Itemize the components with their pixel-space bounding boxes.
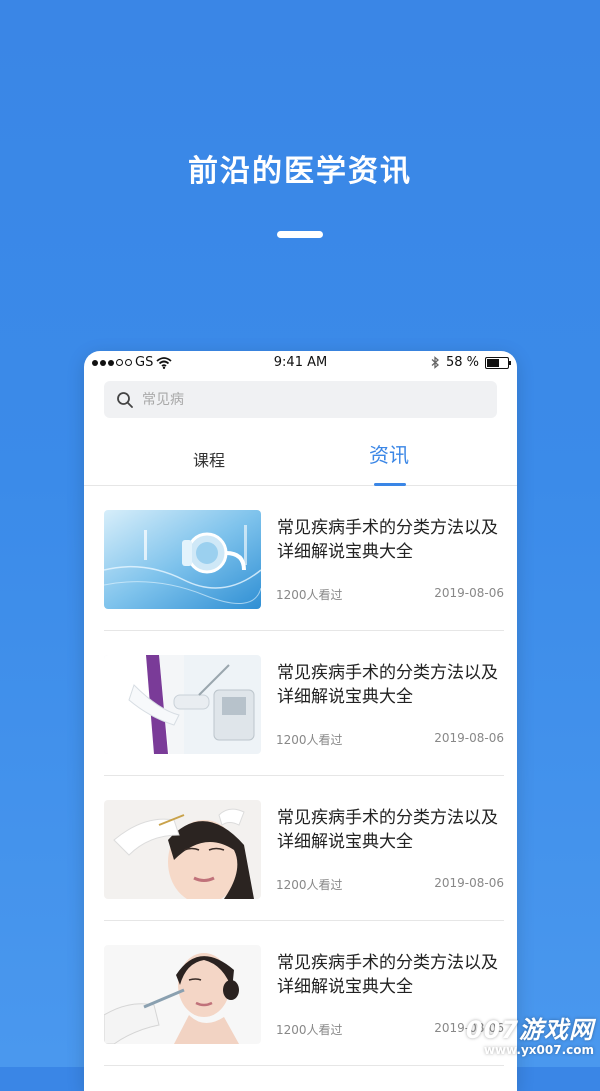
watermark-url: www.yx007.com	[483, 1043, 594, 1057]
stethoscope-image	[104, 510, 261, 609]
promo-title: 前沿的医学资讯	[188, 154, 412, 189]
article-views: 1200人看过	[276, 1023, 343, 1037]
article-title: 常见疾病手术的分类方法以及详细解说宝典大全	[277, 808, 498, 852]
search-icon	[117, 391, 133, 408]
promo-divider	[277, 231, 323, 238]
article-thumbnail	[104, 655, 261, 754]
list-item[interactable]: 常见疾病手术的分类方法以及详细解说宝典大全 1200人看过 2019-08-06	[104, 776, 504, 921]
article-views: 1200人看过	[276, 878, 343, 892]
article-date: 2019-08-06	[434, 876, 504, 890]
cosmetic-injection-image	[104, 945, 261, 1044]
battery-icon	[485, 356, 511, 369]
list-item[interactable]: 常见疾病手术的分类方法以及详细解说宝典大全 1200人看过 2019-08-06	[104, 631, 504, 776]
article-thumbnail	[104, 510, 261, 609]
watermark: 007游戏网 www.yx007.com	[466, 1010, 594, 1057]
facial-treatment-image	[104, 800, 261, 899]
article-views: 1200人看过	[276, 588, 343, 602]
bluetooth-icon	[431, 356, 439, 369]
tab-course[interactable]: 课程	[144, 433, 274, 485]
article-title: 常见疾病手术的分类方法以及详细解说宝典大全	[277, 663, 498, 707]
article-thumbnail	[104, 800, 261, 899]
status-bar: GS 9:41 AM 58 %	[84, 351, 517, 377]
article-thumbnail	[104, 945, 261, 1044]
tab-news[interactable]: 资讯	[324, 433, 454, 486]
article-title: 常见疾病手术的分类方法以及详细解说宝典大全	[277, 518, 498, 562]
article-title: 常见疾病手术的分类方法以及详细解说宝典大全	[277, 953, 498, 997]
status-right: 58 %	[431, 355, 511, 370]
tab-news-label: 资讯	[369, 443, 409, 467]
search-input[interactable]	[140, 390, 464, 409]
tab-bar: 课程 资讯	[84, 433, 517, 486]
tab-course-label: 课程	[192, 451, 225, 470]
article-list: 常见疾病手术的分类方法以及详细解说宝典大全 1200人看过 2019-08-06	[104, 486, 504, 1066]
article-views: 1200人看过	[276, 733, 343, 747]
search-bar[interactable]	[104, 381, 497, 418]
battery-percent: 58 %	[445, 355, 479, 370]
phone-screen: GS 9:41 AM 58 % 常见病 课程 资讯 常见疾病手术的分类方法以及详…	[84, 351, 517, 1091]
watermark-brand: 007游戏网	[465, 1016, 594, 1044]
list-item[interactable]: 常见疾病手术的分类方法以及详细解说宝典大全 1200人看过 2019-08-06	[104, 486, 504, 631]
article-date: 2019-08-06	[434, 586, 504, 600]
article-date: 2019-08-06	[434, 731, 504, 745]
list-item[interactable]: 常见疾病手术的分类方法以及详细解说宝典大全 1200人看过 2019-08-06	[104, 921, 504, 1066]
doctor-device-image	[104, 655, 261, 754]
